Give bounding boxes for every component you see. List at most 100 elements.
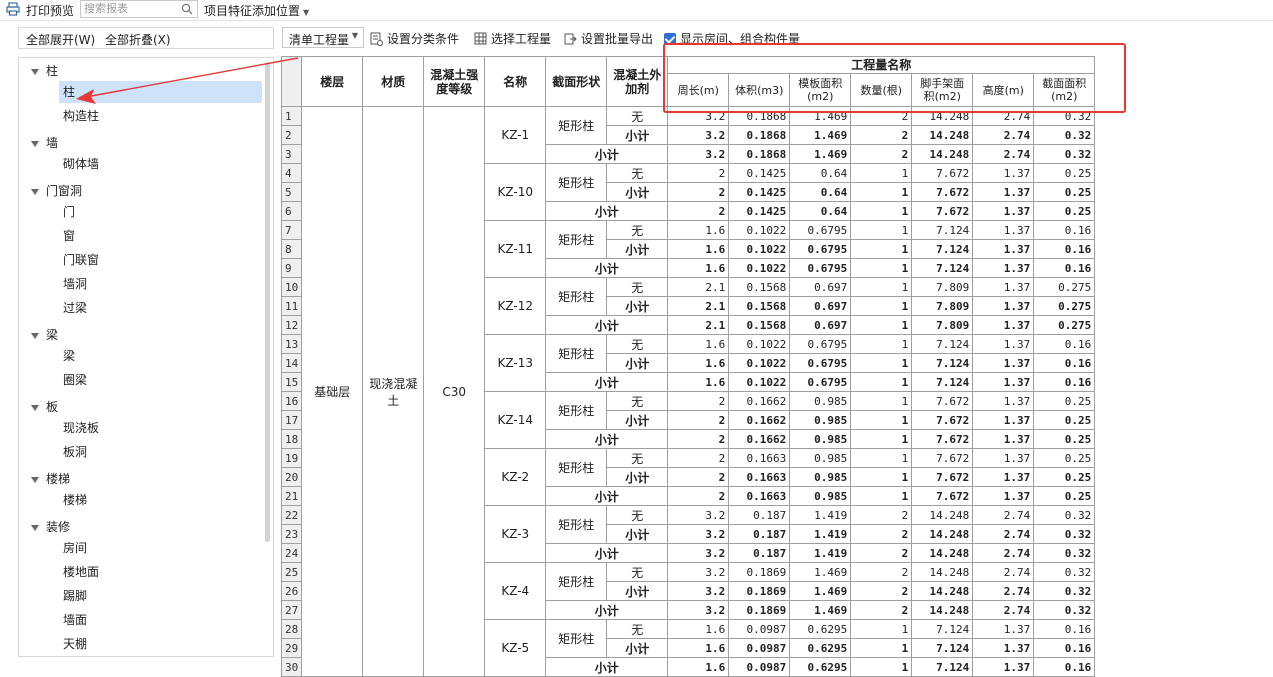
value-cell[interactable]: 1 (850, 296, 913, 316)
value-cell[interactable]: 2 (667, 429, 730, 449)
header-material[interactable]: 材质 (362, 56, 425, 107)
additive-cell[interactable]: 无 (606, 505, 669, 525)
value-cell[interactable]: 0.1568 (728, 315, 791, 335)
value-cell[interactable]: 1.469 (789, 125, 852, 145)
component-name-cell[interactable]: KZ-10 (484, 163, 547, 221)
value-cell[interactable]: 0.32 (1033, 106, 1096, 126)
feature-position-dropdown[interactable]: 项目特征添加位置 ▼ (204, 2, 309, 19)
value-cell[interactable]: 1.37 (972, 163, 1035, 183)
value-cell[interactable]: 0.32 (1033, 144, 1096, 164)
value-cell[interactable]: 3.2 (667, 581, 730, 601)
tree-group-3[interactable]: 梁 (31, 326, 58, 343)
value-cell[interactable]: 1.37 (972, 619, 1035, 639)
value-cell[interactable]: 2 (850, 125, 913, 145)
additive-cell[interactable]: 无 (606, 448, 669, 468)
value-cell[interactable]: 2 (667, 182, 730, 202)
grade-cell[interactable]: C30 (423, 106, 486, 677)
additive-cell[interactable]: 无 (606, 277, 669, 297)
value-cell[interactable]: 1.37 (972, 638, 1035, 658)
header-col-1[interactable]: 体积(m3) (728, 73, 791, 107)
value-cell[interactable]: 0.32 (1033, 581, 1096, 601)
section-shape-cell[interactable]: 矩形柱 (545, 391, 608, 430)
value-cell[interactable]: 0.275 (1033, 315, 1096, 335)
value-cell[interactable]: 3.2 (667, 505, 730, 525)
value-cell[interactable]: 7.672 (911, 410, 974, 430)
value-cell[interactable]: 7.672 (911, 429, 974, 449)
value-cell[interactable]: 2 (850, 543, 913, 563)
value-cell[interactable]: 0.1662 (728, 410, 791, 430)
value-cell[interactable]: 1.37 (972, 372, 1035, 392)
value-cell[interactable]: 2 (850, 106, 913, 126)
value-cell[interactable]: 0.6795 (789, 334, 852, 354)
value-cell[interactable]: 0.1425 (728, 163, 791, 183)
value-cell[interactable]: 1.37 (972, 467, 1035, 487)
print-preview-button[interactable]: 打印预览 (26, 2, 74, 19)
tree-scrollbar[interactable] (265, 62, 270, 542)
value-cell[interactable]: 2 (667, 163, 730, 183)
value-cell[interactable]: 2.74 (972, 106, 1035, 126)
component-name-cell[interactable]: KZ-3 (484, 505, 547, 563)
value-cell[interactable]: 1.37 (972, 277, 1035, 297)
value-cell[interactable]: 1.469 (789, 600, 852, 620)
value-cell[interactable]: 2.1 (667, 315, 730, 335)
value-cell[interactable]: 7.672 (911, 486, 974, 506)
additive-cell[interactable]: 无 (606, 220, 669, 240)
value-cell[interactable]: 1.37 (972, 201, 1035, 221)
component-name-cell[interactable]: KZ-13 (484, 334, 547, 392)
value-cell[interactable]: 7.672 (911, 182, 974, 202)
value-cell[interactable]: 1 (850, 372, 913, 392)
value-cell[interactable]: 14.248 (911, 125, 974, 145)
value-cell[interactable]: 0.6795 (789, 239, 852, 259)
value-cell[interactable]: 0.1022 (728, 258, 791, 278)
value-cell[interactable]: 1.37 (972, 353, 1035, 373)
value-cell[interactable]: 7.809 (911, 315, 974, 335)
header-col-3[interactable]: 数量(根) (850, 73, 913, 107)
tree-item[interactable]: 构造柱 (63, 105, 263, 127)
value-cell[interactable]: 1.6 (667, 372, 730, 392)
value-cell[interactable]: 1 (850, 334, 913, 354)
expand-triangle-icon[interactable] (31, 68, 39, 75)
value-cell[interactable]: 0.1022 (728, 372, 791, 392)
value-cell[interactable]: 0.32 (1033, 543, 1096, 563)
value-cell[interactable]: 7.124 (911, 657, 974, 677)
value-cell[interactable]: 7.124 (911, 239, 974, 259)
value-cell[interactable]: 1.37 (972, 239, 1035, 259)
additive-cell[interactable]: 无 (606, 163, 669, 183)
value-cell[interactable]: 0.16 (1033, 258, 1096, 278)
value-cell[interactable]: 7.672 (911, 448, 974, 468)
value-cell[interactable]: 2.1 (667, 296, 730, 316)
tree-item[interactable]: 楼梯 (63, 489, 263, 511)
value-cell[interactable]: 2 (667, 391, 730, 411)
tree-group-0[interactable]: 柱 (31, 62, 58, 79)
component-name-cell[interactable]: KZ-11 (484, 220, 547, 278)
component-name-cell[interactable]: KZ-12 (484, 277, 547, 335)
value-cell[interactable]: 2.74 (972, 524, 1035, 544)
value-cell[interactable]: 0.6295 (789, 657, 852, 677)
value-cell[interactable]: 2 (667, 201, 730, 221)
value-cell[interactable]: 0.16 (1033, 220, 1096, 240)
value-cell[interactable]: 7.809 (911, 296, 974, 316)
value-cell[interactable]: 1.6 (667, 619, 730, 639)
tree-item[interactable]: 过梁 (63, 297, 263, 319)
expand-triangle-icon[interactable] (31, 476, 39, 483)
search-icon[interactable] (181, 3, 193, 15)
value-cell[interactable]: 2 (667, 467, 730, 487)
value-cell[interactable]: 1.37 (972, 429, 1035, 449)
value-cell[interactable]: 7.672 (911, 391, 974, 411)
value-cell[interactable]: 7.124 (911, 353, 974, 373)
value-cell[interactable]: 7.124 (911, 334, 974, 354)
value-cell[interactable]: 2.74 (972, 505, 1035, 525)
value-cell[interactable]: 1.469 (789, 106, 852, 126)
report-search-input[interactable] (84, 2, 176, 15)
value-cell[interactable]: 1.37 (972, 410, 1035, 430)
component-name-cell[interactable]: KZ-2 (484, 448, 547, 506)
tree-group-5[interactable]: 楼梯 (31, 470, 70, 487)
value-cell[interactable]: 0.6795 (789, 353, 852, 373)
value-cell[interactable]: 14.248 (911, 581, 974, 601)
header-concrete-grade[interactable]: 混凝土强度等级 (423, 56, 486, 107)
value-cell[interactable]: 0.1868 (728, 125, 791, 145)
value-cell[interactable]: 0.25 (1033, 410, 1096, 430)
expand-triangle-icon[interactable] (31, 404, 39, 411)
value-cell[interactable]: 1.469 (789, 144, 852, 164)
value-cell[interactable]: 0.1868 (728, 144, 791, 164)
